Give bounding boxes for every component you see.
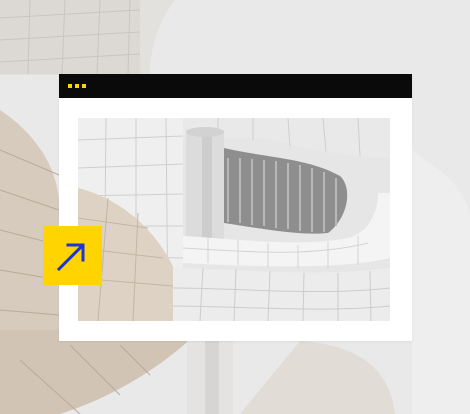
external-link-button[interactable]: [43, 226, 102, 285]
architecture-photo: [78, 118, 390, 321]
window-image-viewport: [78, 118, 390, 321]
hero-illustration: [0, 0, 470, 414]
titlebar-dot: [82, 84, 86, 88]
window-titlebar: [59, 74, 412, 98]
titlebar-dot: [75, 84, 79, 88]
dots-icon: [68, 84, 86, 88]
browser-window: [59, 74, 412, 341]
titlebar-dot: [68, 84, 72, 88]
arrow-up-right-icon: [56, 243, 85, 272]
